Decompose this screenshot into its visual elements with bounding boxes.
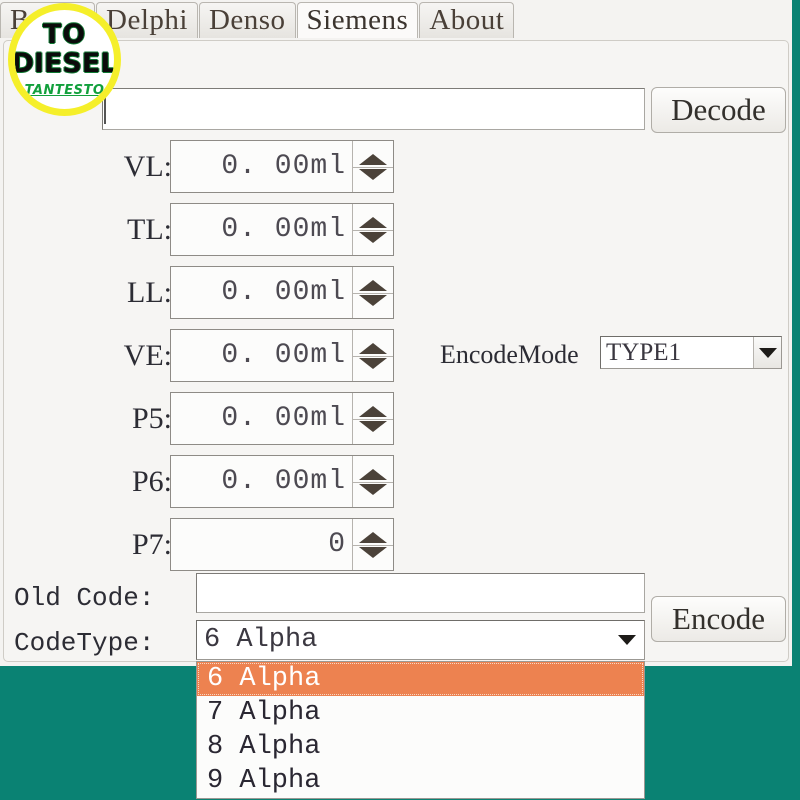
arrow-up-icon[interactable] [359, 216, 387, 228]
spinner-row-vl: VL: 0. 00ml [0, 140, 420, 196]
arrow-up-icon[interactable] [359, 531, 387, 543]
spinner-arrows-p5[interactable] [352, 393, 393, 444]
old-code-label: Old Code: [14, 583, 155, 613]
spinner-vl[interactable]: 0. 00ml [170, 140, 394, 193]
spinner-tl[interactable]: 0. 00ml [170, 203, 394, 256]
arrow-down-icon[interactable] [359, 294, 387, 306]
encode-button[interactable]: Encode [651, 596, 786, 642]
dropdown-option-6-alpha[interactable]: 6 Alpha [197, 662, 644, 696]
arrow-up-icon[interactable] [359, 279, 387, 291]
spinner-p5[interactable]: 0. 00ml [170, 392, 394, 445]
spinner-label-p6: P6: [131, 465, 172, 498]
spinner-value-tl: 0. 00ml [221, 214, 346, 245]
spinner-value-ve: 0. 00ml [221, 340, 346, 371]
tab-denso[interactable]: Denso [198, 2, 296, 38]
spinner-row-tl: TL: 0. 00ml [0, 203, 420, 259]
code-input[interactable] [102, 88, 645, 130]
dropdown-option-8-alpha[interactable]: 8 Alpha [197, 730, 644, 764]
arrow-down-icon[interactable] [359, 546, 387, 558]
spinner-label-ve: VE: [123, 339, 172, 372]
watermark-line-to: TO [42, 19, 87, 51]
code-type-combo[interactable]: 6 Alpha [196, 620, 645, 660]
spinner-label-tl: TL: [127, 213, 172, 246]
spinner-p6[interactable]: 0. 00ml [170, 455, 394, 508]
spinner-label-p5: P5: [131, 402, 172, 435]
spinner-value-p7: 0 [328, 529, 346, 560]
spinner-value-vl: 0. 00ml [221, 151, 346, 182]
arrow-down-icon[interactable] [359, 357, 387, 369]
old-code-input[interactable] [196, 573, 645, 613]
tab-about[interactable]: About [419, 2, 515, 38]
code-type-value: 6 Alpha [204, 625, 318, 655]
spinner-value-ll: 0. 00ml [221, 277, 346, 308]
tantesto-watermark-logo: TO DIESEL TANTESTO [8, 3, 121, 116]
arrow-up-icon[interactable] [359, 342, 387, 354]
watermark-line-tantesto: TANTESTO [24, 82, 105, 98]
spinner-arrows-p7[interactable] [352, 519, 393, 570]
spinner-ll[interactable]: 0. 00ml [170, 266, 394, 319]
arrow-down-icon[interactable] [359, 168, 387, 180]
tab-siemens[interactable]: Siemens [296, 2, 419, 38]
arrow-up-icon[interactable] [359, 405, 387, 417]
spinner-row-p6: P6: 0. 00ml [0, 455, 420, 511]
spinner-arrows-ll[interactable] [352, 267, 393, 318]
spinner-arrows-ve[interactable] [352, 330, 393, 381]
spinner-row-p5: P5: 0. 00ml [0, 392, 420, 448]
spinner-value-p5: 0. 00ml [221, 403, 346, 434]
encode-mode-label: EncodeMode [440, 340, 579, 369]
spinner-row-ve: VE: 0. 00ml [0, 329, 420, 385]
arrow-down-icon[interactable] [359, 483, 387, 495]
spinner-label-p7: P7: [131, 528, 172, 561]
spinner-row-p7: P7: 0 [0, 518, 420, 574]
spinner-ve[interactable]: 0. 00ml [170, 329, 394, 382]
spinner-row-ll: LL: 0. 00ml [0, 266, 420, 322]
arrow-down-icon[interactable] [359, 420, 387, 432]
tab-strip: Bosch Delphi Denso Siemens About [0, 0, 792, 38]
spinner-arrows-tl[interactable] [352, 204, 393, 255]
spinner-p7[interactable]: 0 [170, 518, 394, 571]
arrow-up-icon[interactable] [359, 153, 387, 165]
arrow-up-icon[interactable] [359, 468, 387, 480]
chevron-down-icon [758, 347, 777, 358]
spinner-arrows-p6[interactable] [352, 456, 393, 507]
spinner-value-p6: 0. 00ml [221, 466, 346, 497]
encode-mode-combo[interactable]: TYPE1 [600, 336, 782, 369]
encode-mode-value: TYPE1 [606, 338, 681, 366]
encode-mode-dropdown-button[interactable] [753, 337, 781, 368]
code-type-dropdown-list[interactable]: 6 Alpha 7 Alpha 8 Alpha 9 Alpha [196, 661, 645, 799]
chevron-down-icon [618, 635, 636, 645]
spinner-arrows-vl[interactable] [352, 141, 393, 192]
spinner-label-ll: LL: [127, 276, 172, 309]
decode-button[interactable]: Decode [651, 87, 786, 133]
dropdown-option-9-alpha[interactable]: 9 Alpha [197, 764, 644, 798]
watermark-line-diesel: DIESEL [11, 48, 118, 80]
dropdown-option-7-alpha[interactable]: 7 Alpha [197, 696, 644, 730]
application-window: Bosch Delphi Denso Siemens About Decode … [0, 0, 792, 666]
arrow-down-icon[interactable] [359, 231, 387, 243]
code-type-label: CodeType: [14, 628, 155, 658]
spinner-label-vl: VL: [123, 150, 172, 183]
code-type-dropdown-button[interactable] [610, 621, 644, 659]
